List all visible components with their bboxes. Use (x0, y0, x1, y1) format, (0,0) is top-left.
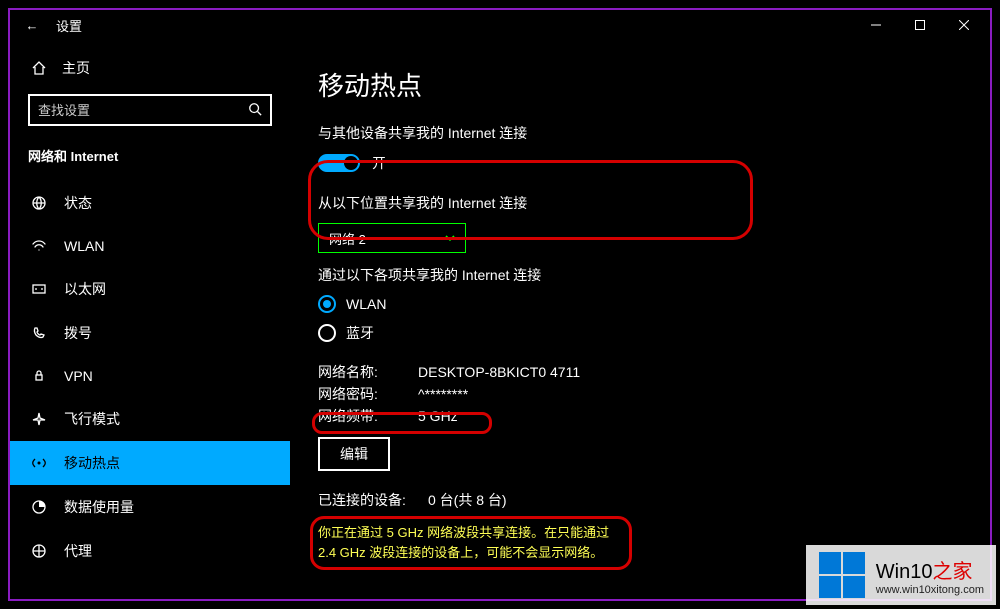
radio-icon (318, 324, 336, 342)
net-band-val: 5 GHz (418, 405, 458, 427)
sidebar-item-dialup[interactable]: 拨号 (10, 311, 290, 355)
sidebar-item-ethernet[interactable]: 以太网 (10, 267, 290, 311)
share-over-label: 通过以下各项共享我的 Internet 连接 (318, 265, 962, 285)
sidebar-item-label: 数据使用量 (64, 497, 134, 517)
search-input[interactable] (38, 103, 248, 118)
sidebar-item-hotspot[interactable]: 移动热点 (10, 441, 290, 485)
airplane-icon (30, 410, 48, 428)
sidebar-item-airplane[interactable]: 飞行模式 (10, 397, 290, 441)
close-button[interactable] (942, 11, 986, 39)
home-label: 主页 (62, 58, 90, 78)
sidebar-item-wlan[interactable]: WLAN (10, 225, 290, 267)
share-from-dropdown[interactable]: 网络 2 (318, 223, 466, 253)
edit-button[interactable]: 编辑 (318, 437, 390, 471)
ethernet-icon (30, 280, 48, 298)
connected-key: 已连接的设备: (318, 489, 428, 511)
search-icon (248, 102, 262, 119)
sidebar-item-datausage[interactable]: 数据使用量 (10, 485, 290, 529)
share-label: 与其他设备共享我的 Internet 连接 (318, 123, 962, 143)
radio-icon (318, 295, 336, 313)
windows-logo-icon (818, 551, 866, 599)
radio-bluetooth[interactable]: 蓝牙 (318, 323, 962, 343)
watermark: Win10之家 www.win10xitong.com (806, 545, 996, 605)
sidebar-item-label: 状态 (64, 193, 92, 213)
page-title: 移动热点 (318, 66, 962, 103)
sidebar-item-vpn[interactable]: VPN (10, 355, 290, 397)
brand-a: Win10 (876, 561, 933, 583)
sidebar-item-status[interactable]: 状态 (10, 181, 290, 225)
brand-url: www.win10xitong.com (876, 584, 984, 596)
main-content: 移动热点 与其他设备共享我的 Internet 连接 开 从以下位置共享我的 I… (290, 40, 990, 599)
share-from-label: 从以下位置共享我的 Internet 连接 (318, 193, 962, 213)
search-box[interactable] (28, 94, 272, 126)
home-icon (30, 59, 48, 77)
back-button[interactable]: ← (14, 18, 50, 33)
radio-wlan[interactable]: WLAN (318, 295, 962, 313)
vpn-icon (30, 367, 48, 385)
hotspot-icon (30, 454, 48, 472)
maximize-button[interactable] (898, 11, 942, 39)
sidebar-item-proxy[interactable]: 代理 (10, 529, 290, 573)
sidebar-nav: 状态 WLAN 以太网 拨号 VPN (10, 181, 290, 573)
sidebar-item-label: 飞行模式 (64, 409, 120, 429)
settings-window: ← 设置 主页 网络和 Inter (8, 8, 992, 601)
share-toggle[interactable] (318, 154, 360, 172)
toggle-state: 开 (372, 153, 386, 173)
sidebar-item-label: WLAN (64, 238, 104, 254)
band-warning: 你正在通过 5 GHz 网络波段共享连接。在只能通过 2.4 GHz 波段连接的… (318, 523, 618, 563)
sidebar-item-label: 拨号 (64, 323, 92, 343)
sidebar-item-label: 以太网 (64, 279, 106, 299)
net-pwd-val: ^******** (418, 383, 468, 405)
status-icon (30, 194, 48, 212)
net-name-key: 网络名称: (318, 361, 418, 383)
sidebar-item-label: 代理 (64, 541, 92, 561)
dropdown-value: 网络 2 (329, 229, 366, 248)
sidebar-item-label: 移动热点 (64, 453, 120, 473)
net-band-key: 网络频带: (318, 405, 418, 427)
net-pwd-key: 网络密码: (318, 383, 418, 405)
proxy-icon (30, 542, 48, 560)
wifi-icon (30, 237, 48, 255)
brand-b: 之家 (932, 561, 972, 583)
connected-val: 0 台(共 8 台) (428, 489, 507, 511)
sidebar: 主页 网络和 Internet 状态 WLAN (10, 40, 290, 599)
titlebar: ← 设置 (10, 10, 990, 40)
window-title: 设置 (50, 16, 82, 35)
radio-label: WLAN (346, 296, 386, 312)
sidebar-category: 网络和 Internet (10, 140, 290, 177)
sidebar-item-label: VPN (64, 368, 93, 384)
minimize-button[interactable] (854, 11, 898, 39)
data-usage-icon (30, 498, 48, 516)
net-name-val: DESKTOP-8BKICT0 4711 (418, 361, 580, 383)
dialup-icon (30, 324, 48, 342)
chevron-down-icon (445, 231, 455, 246)
sidebar-home[interactable]: 主页 (10, 48, 290, 88)
radio-label: 蓝牙 (346, 323, 374, 343)
